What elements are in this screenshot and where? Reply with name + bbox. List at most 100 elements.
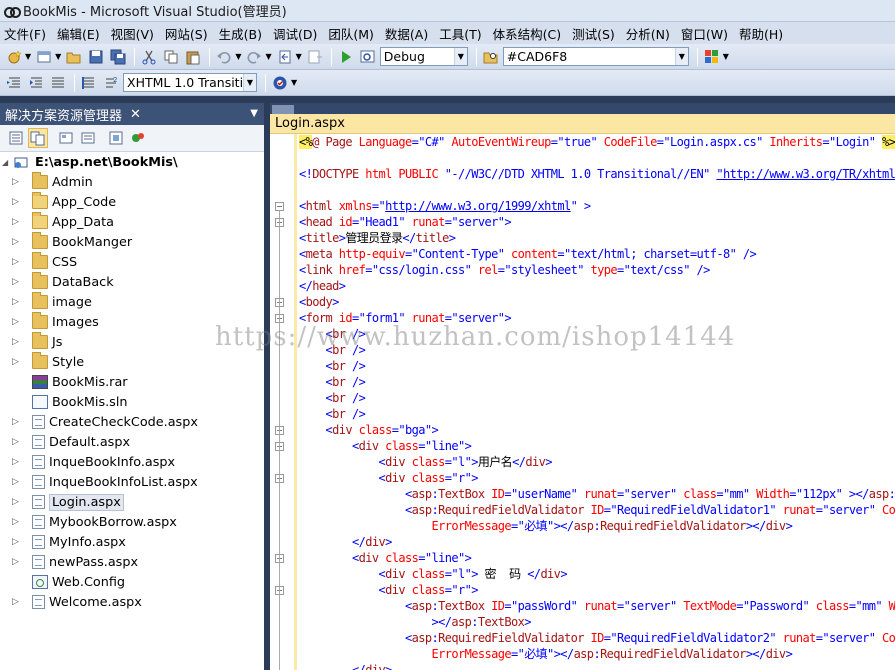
code-line[interactable]: <br />: [299, 390, 895, 406]
format-selection-icon[interactable]: [48, 73, 68, 93]
hidden-tab[interactable]: [272, 105, 294, 114]
tree-item[interactable]: ▷ Default.aspx: [0, 432, 264, 452]
attach-process-icon[interactable]: [358, 47, 378, 67]
code-line[interactable]: <div class="l">用户名</div>: [299, 454, 895, 470]
expand-icon[interactable]: ▷: [12, 277, 22, 287]
code-line[interactable]: <asp:RequiredFieldValidator ID="Required…: [299, 630, 895, 646]
start-debugging-icon[interactable]: [336, 47, 356, 67]
cut-icon[interactable]: [139, 47, 159, 67]
chevron-down-icon[interactable]: ▼: [265, 52, 271, 61]
outdent-icon[interactable]: [4, 73, 24, 93]
code-line[interactable]: <link href="css/login.css" rel="styleshe…: [299, 262, 895, 278]
tree-item[interactable]: Web.Config: [0, 572, 264, 592]
menu-item[interactable]: 网站(S): [161, 24, 215, 43]
expand-icon[interactable]: ▷: [12, 437, 22, 447]
tree-item[interactable]: ▷ Welcome.aspx: [0, 592, 264, 612]
code-line[interactable]: <br />: [299, 342, 895, 358]
navigate-forward-icon[interactable]: [305, 47, 325, 67]
show-all-files-icon[interactable]: [28, 128, 48, 148]
code-line[interactable]: <html xmlns="http://www.w3.org/1999/xhtm…: [299, 198, 895, 214]
tree-item[interactable]: ▷ InqueBookInfo.aspx: [0, 452, 264, 472]
expand-icon[interactable]: ▷: [12, 497, 22, 507]
save-all-icon[interactable]: [108, 47, 128, 67]
check-accessibility-icon[interactable]: [270, 73, 290, 93]
code-line[interactable]: </div>: [299, 534, 895, 550]
refresh-icon[interactable]: [56, 128, 76, 148]
menu-item[interactable]: 窗口(W): [677, 24, 735, 43]
tree-item[interactable]: ▷ Js: [0, 332, 264, 352]
code-line[interactable]: <br />: [299, 358, 895, 374]
tree-item[interactable]: ▷ InqueBookInfoList.aspx: [0, 472, 264, 492]
find-combo[interactable]: #CAD6F8 ▼: [502, 47, 689, 66]
copy-website-icon[interactable]: [128, 128, 148, 148]
tree-item[interactable]: ▷ Style: [0, 352, 264, 372]
collapse-region-icon[interactable]: −: [275, 202, 284, 211]
new-project-icon[interactable]: [4, 47, 24, 67]
tree-item[interactable]: ▷ App_Code: [0, 192, 264, 212]
code-line[interactable]: <title>管理员登录</title>: [299, 230, 895, 246]
code-line[interactable]: ErrorMessage="必填"></asp:RequiredFieldVal…: [299, 518, 895, 534]
tree-item[interactable]: ▷ Admin: [0, 172, 264, 192]
tree-item[interactable]: ▷ App_Data: [0, 212, 264, 232]
tree-item[interactable]: ▷ MyInfo.aspx: [0, 532, 264, 552]
expand-icon[interactable]: ▷: [12, 257, 22, 267]
expand-icon[interactable]: ▷: [12, 177, 22, 187]
menu-item[interactable]: 分析(N): [622, 24, 677, 43]
save-icon[interactable]: [86, 47, 106, 67]
paste-icon[interactable]: [183, 47, 203, 67]
comment-icon[interactable]: [79, 73, 99, 93]
expand-icon[interactable]: ▷: [12, 337, 22, 347]
tree-item[interactable]: ▷ DataBack: [0, 272, 264, 292]
menu-item[interactable]: 体系结构(C): [489, 24, 568, 43]
code-line[interactable]: <asp:TextBox ID="userName" runat="server…: [299, 486, 895, 502]
menu-item[interactable]: 视图(V): [107, 24, 161, 43]
expand-icon[interactable]: ▷: [12, 197, 22, 207]
chevron-down-icon[interactable]: ▼: [243, 74, 256, 91]
redo-icon[interactable]: [244, 47, 264, 67]
code-line[interactable]: <div class="bga">: [299, 422, 895, 438]
menu-item[interactable]: 编辑(E): [53, 24, 107, 43]
solution-root[interactable]: ◢ E:\asp.net\BookMis\: [0, 152, 264, 172]
target-schema-select[interactable]: XHTML 1.0 Transitic ▼: [123, 73, 257, 92]
code-line[interactable]: <asp:TextBox ID="passWord" runat="server…: [299, 598, 895, 614]
copy-icon[interactable]: [161, 47, 181, 67]
add-item-icon[interactable]: [34, 47, 54, 67]
code-line[interactable]: <asp:RequiredFieldValidator ID="Required…: [299, 502, 895, 518]
chevron-down-icon[interactable]: ▼: [296, 52, 302, 61]
properties-icon[interactable]: [6, 128, 26, 148]
code-line[interactable]: <div class="line">: [299, 438, 895, 454]
code-line[interactable]: <br />: [299, 326, 895, 342]
open-icon[interactable]: [64, 47, 84, 67]
solution-configuration-select[interactable]: Debug ▼: [379, 47, 468, 66]
uncomment-icon[interactable]: 2: [101, 73, 121, 93]
indent-icon[interactable]: [26, 73, 46, 93]
chevron-down-icon[interactable]: ▼: [55, 52, 61, 61]
tree-item[interactable]: BookMis.rar: [0, 372, 264, 392]
tree-item[interactable]: ▷ Images: [0, 312, 264, 332]
code-line[interactable]: <div class="r">: [299, 582, 895, 598]
code-line[interactable]: <br />: [299, 374, 895, 390]
menu-item[interactable]: 数据(A): [381, 24, 435, 43]
expand-icon[interactable]: ▷: [12, 557, 22, 567]
window-position-icon[interactable]: ▼: [250, 108, 258, 119]
find-in-files-icon[interactable]: [481, 47, 501, 67]
code-line[interactable]: </head>: [299, 278, 895, 294]
code-line[interactable]: ErrorMessage="必填"></asp:RequiredFieldVal…: [299, 646, 895, 662]
code-line[interactable]: <form id="form1" runat="server">: [299, 310, 895, 326]
code-line[interactable]: <!DOCTYPE html PUBLIC "-//W3C//DTD XHTML…: [299, 166, 895, 182]
toolbar-options-icon[interactable]: ▼: [723, 52, 729, 61]
menu-item[interactable]: 文件(F): [0, 24, 53, 43]
expand-icon[interactable]: ▷: [12, 457, 22, 467]
expand-icon[interactable]: ▷: [12, 517, 22, 527]
code-line[interactable]: <div class="l"> 密 码 </div>: [299, 566, 895, 582]
code-line[interactable]: <%@ Page Language="C#" AutoEventWireup="…: [299, 134, 895, 150]
tree-item[interactable]: ▷ CSS: [0, 252, 264, 272]
undo-icon[interactable]: [214, 47, 234, 67]
toolbar-options-icon[interactable]: ▼: [291, 78, 297, 87]
solution-explorer-icon[interactable]: [702, 47, 722, 67]
expand-icon[interactable]: ▷: [12, 417, 22, 427]
chevron-down-icon[interactable]: ▼: [674, 48, 688, 65]
code-line[interactable]: <div class="r">: [299, 470, 895, 486]
tab-login-aspx[interactable]: Login.aspx: [270, 114, 895, 134]
code-line[interactable]: <body>: [299, 294, 895, 310]
